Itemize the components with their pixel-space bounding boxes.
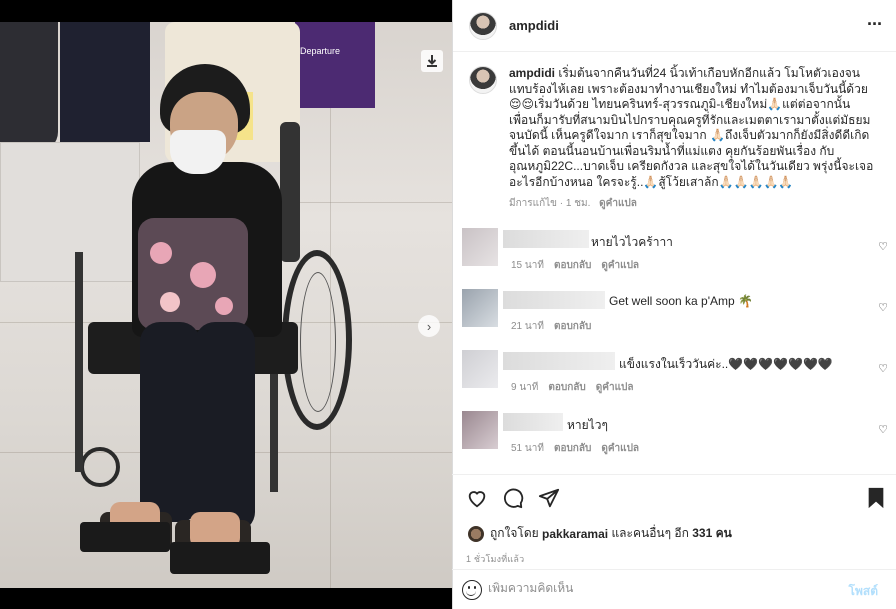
bag-flower (190, 262, 216, 288)
commenter-name-blurred[interactable] (503, 412, 563, 431)
post-caption: ampdidi เริ่มต้นจากคืนวันที่24 นิ้วเท้าเ… (453, 52, 896, 212)
commenter-avatar-blurred[interactable] (462, 410, 498, 449)
comment-time: 21 นาที (511, 320, 544, 332)
wheelchair-caster (80, 447, 120, 487)
departure-sign-text: Departure (300, 46, 341, 56)
caption-text: เริ่มต้นจากคืนวันที่24 นิ้วเท้าเกือบหักอ… (509, 66, 874, 189)
share-icon[interactable] (538, 487, 560, 515)
instagram-post-modal: Departure › ampdidi ··· ampdidi เริ่มต้น… (0, 0, 896, 609)
comment-text: หายไวไวคร้าาา (591, 234, 673, 249)
commenter-name-blurred[interactable] (503, 229, 589, 248)
heart-icon[interactable]: ♡ (878, 423, 888, 436)
likes-summary: ถูกใจโดย pakkaramai และคนอื่นๆ อีก 331 ค… (468, 524, 732, 543)
commenter-name-blurred[interactable] (503, 351, 615, 370)
see-translation-link[interactable]: ดูคำแปล (599, 198, 637, 209)
heart-icon[interactable]: ♡ (878, 301, 888, 314)
comment-icon[interactable] (502, 487, 524, 515)
avatar[interactable] (468, 525, 484, 542)
likes-count[interactable]: 331 คน (692, 524, 732, 543)
comment-time: 15 นาที (511, 259, 544, 271)
bag-flower (215, 297, 233, 315)
bottom-letterbox (0, 588, 452, 609)
comment-item: หายไวไวคร้าาา 15 นาที ตอบกลับ ดูคำแปล ♡ (453, 226, 896, 287)
footrest (80, 522, 170, 552)
comment-text: แข็งแรงในเร็ววันค่ะ..🖤🖤🖤🖤🖤🖤🖤 (619, 356, 833, 371)
comment-text: Get well soon ka p'Amp 🌴 (609, 293, 753, 308)
post-photo[interactable]: Departure › (0, 22, 452, 588)
see-translation-link[interactable]: ดูคำแปล (601, 441, 639, 456)
footrest (170, 542, 270, 574)
airport-seats (0, 142, 140, 282)
comment-item: หายไวๆ 51 นาที ตอบกลับ ดูคำแปล ♡ (453, 409, 896, 470)
reply-button[interactable]: ตอบกลับ (548, 380, 585, 395)
comment-time: 9 นาที (511, 381, 539, 393)
add-comment-bar: โพสต์ (452, 569, 896, 609)
see-translation-link[interactable]: ดูคำแปล (601, 258, 639, 273)
commenter-avatar-blurred[interactable] (462, 288, 498, 327)
woman-leg (140, 322, 200, 522)
comment-text: หายไวๆ (567, 417, 608, 432)
bag-flower (160, 292, 180, 312)
chevron-right-icon[interactable]: › (418, 315, 440, 337)
post-username[interactable]: ampdidi (509, 18, 559, 33)
commenter-avatar-blurred[interactable] (462, 349, 498, 388)
comment-input[interactable] (488, 581, 828, 595)
comment-list: หายไวไวคร้าาา 15 นาที ตอบกลับ ดูคำแปล ♡ … (453, 226, 896, 470)
caption-username[interactable]: ampdidi (509, 66, 555, 80)
likes-prefix: ถูกใจโดย (490, 526, 539, 540)
background-person (60, 22, 150, 142)
background-person (0, 22, 58, 152)
commenter-avatar-blurred[interactable] (462, 227, 498, 266)
download-icon[interactable] (421, 50, 443, 72)
face-mask (170, 130, 226, 174)
comment-item: Get well soon ka p'Amp 🌴 21 นาที ตอบกลับ… (453, 287, 896, 348)
wheelchair-frame (75, 252, 83, 472)
post-comment-button[interactable]: โพสต์ (849, 582, 878, 601)
post-action-bar (452, 474, 896, 524)
top-letterbox (0, 0, 452, 22)
reply-button[interactable]: ตอบกลับ (554, 258, 591, 273)
reply-button[interactable]: ตอบกลับ (554, 319, 591, 334)
heart-icon[interactable] (466, 487, 488, 515)
post-timestamp: 1 ชั่วโมงที่แล้ว (466, 554, 525, 564)
post-header: ampdidi ··· (453, 0, 896, 52)
caption-edited-time: มีการแก้ไข · 1 ชม. (509, 198, 591, 209)
likes-suffix: และคนอื่นๆ อีก (611, 526, 689, 540)
avatar[interactable] (469, 11, 497, 40)
avatar[interactable] (469, 66, 497, 94)
bookmark-icon[interactable] (866, 487, 886, 515)
more-icon[interactable]: ··· (867, 14, 883, 35)
reply-button[interactable]: ตอบกลับ (554, 441, 591, 456)
see-translation-link[interactable]: ดูคำแปล (596, 380, 634, 395)
emoji-icon[interactable] (462, 580, 482, 600)
departure-sign (295, 22, 375, 108)
liker-username[interactable]: pakkaramai (542, 527, 608, 541)
bag-flower (150, 242, 172, 264)
heart-icon[interactable]: ♡ (878, 240, 888, 253)
wheelchair-handle (280, 122, 300, 262)
heart-icon[interactable]: ♡ (878, 362, 888, 375)
woman-leg (195, 322, 255, 532)
wheelchair-wheel-spokes (300, 272, 336, 412)
comment-time: 51 นาที (511, 442, 544, 454)
commenter-name-blurred[interactable] (503, 290, 605, 309)
comment-item: แข็งแรงในเร็ววันค่ะ..🖤🖤🖤🖤🖤🖤🖤 9 นาที ตอบก… (453, 348, 896, 409)
